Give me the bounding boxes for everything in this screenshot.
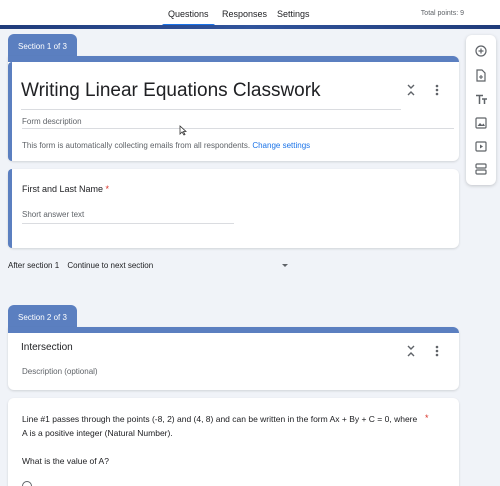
email-notice-text: This form is automatically collecting em…: [22, 141, 251, 150]
question-2-text: Line #1 passes through the points (-8, 2…: [22, 414, 418, 438]
section-1-header-card[interactable]: Writing Linear Equations Classwork Form …: [8, 56, 459, 161]
short-answer-underline: [22, 223, 234, 224]
floating-toolbar: [466, 35, 496, 185]
section-2-description-input[interactable]: Description (optional): [22, 367, 98, 376]
after-section-select[interactable]: Continue to next section: [67, 261, 153, 270]
tab-settings[interactable]: Settings: [277, 9, 310, 19]
collapse-section-icon[interactable]: [404, 83, 418, 97]
section-1-tag: Section 1 of 3: [8, 34, 77, 56]
description-underline: [22, 128, 454, 129]
add-question-icon[interactable]: [474, 44, 488, 58]
section-2-title[interactable]: Intersection: [21, 342, 73, 353]
section-2-header-card[interactable]: Intersection Description (optional): [8, 327, 459, 390]
after-section-row: After section 1 Continue to next section: [8, 261, 153, 270]
mouse-cursor-icon: [179, 125, 187, 136]
question-label: First and Last Name *: [22, 184, 109, 194]
required-asterisk: *: [425, 413, 429, 423]
radio-option[interactable]: [22, 481, 32, 486]
section-2-tag: Section 2 of 3: [8, 305, 77, 327]
after-section-label: After section 1: [8, 261, 60, 270]
total-points: Total points: 9: [420, 10, 464, 17]
form-title[interactable]: Writing Linear Equations Classwork: [21, 80, 321, 102]
add-title-icon[interactable]: [474, 92, 488, 106]
change-settings-link[interactable]: Change settings: [252, 141, 310, 150]
question-label-text: First and Last Name: [22, 184, 104, 194]
question-card-line[interactable]: Line #1 passes through the points (-8, 2…: [8, 398, 459, 486]
add-image-icon[interactable]: [474, 116, 488, 130]
import-questions-icon[interactable]: [474, 68, 488, 82]
question-2-subquestion: What is the value of A?: [22, 456, 109, 466]
form-description-input[interactable]: Form description: [22, 117, 82, 126]
more-options-icon[interactable]: [430, 83, 444, 97]
header-stripe: [0, 25, 500, 29]
add-section-icon[interactable]: [474, 162, 488, 176]
top-navigation-bar: Questions Responses Settings Total point…: [0, 0, 500, 29]
more-options-icon[interactable]: [430, 344, 444, 358]
tab-responses[interactable]: Responses: [222, 9, 267, 19]
title-underline: [21, 109, 401, 110]
short-answer-field: Short answer text: [22, 210, 85, 219]
tab-questions[interactable]: Questions: [162, 9, 214, 26]
chevron-down-icon[interactable]: [282, 264, 288, 267]
required-asterisk: *: [105, 184, 110, 194]
email-collection-notice: This form is automatically collecting em…: [22, 141, 310, 150]
add-video-icon[interactable]: [474, 139, 488, 153]
question-card-name[interactable]: First and Last Name * Short answer text: [8, 169, 459, 248]
collapse-section-icon[interactable]: [404, 344, 418, 358]
